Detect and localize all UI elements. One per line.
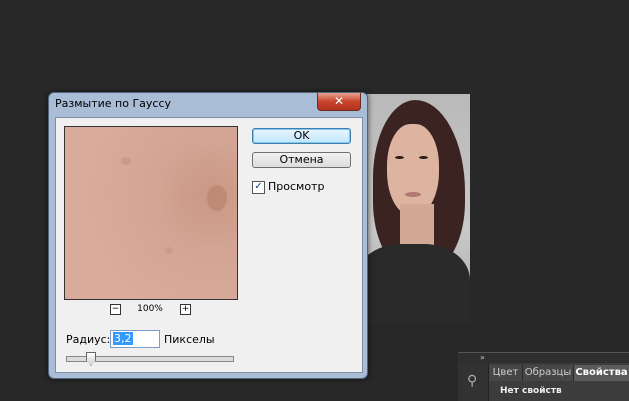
close-button[interactable]: ✕	[317, 93, 361, 111]
checkmark-icon[interactable]: ✓	[252, 181, 265, 194]
close-icon: ✕	[333, 94, 345, 108]
ok-button[interactable]: OK	[252, 128, 351, 144]
properties-panel: » ⚲ Цвет Образцы Свойства Нет свойств	[458, 352, 629, 401]
tab-properties[interactable]: Свойства	[574, 365, 629, 381]
zoom-controls: − 100% +	[64, 304, 236, 318]
dialog-client-area: − 100% + OK Отмена ✓ Просмотр Радиус: 3,…	[55, 117, 363, 373]
preview-skin-spot	[207, 185, 227, 211]
blur-preview[interactable]	[64, 126, 238, 300]
preview-checkbox-label: Просмотр	[268, 180, 325, 193]
adjustments-icon[interactable]: ⚲	[467, 373, 477, 389]
plus-icon: +	[181, 304, 190, 314]
dialog-title: Размытие по Гауссу	[55, 97, 172, 110]
gaussian-blur-dialog: Размытие по Гауссу ✕ − 100% + OK Отмена …	[48, 92, 368, 379]
slider-thumb[interactable]	[86, 352, 96, 366]
zoom-in-button[interactable]: +	[180, 304, 191, 315]
panel-header-strip: »	[458, 353, 629, 363]
photo-clothes	[355, 244, 470, 323]
photo-eye-left	[395, 156, 404, 159]
zoom-level: 100%	[137, 304, 163, 314]
photo-face	[387, 124, 439, 216]
radius-label: Радиус:	[66, 333, 111, 346]
radius-slider[interactable]	[66, 352, 234, 366]
preview-skin-spot	[121, 157, 131, 165]
photo-lips	[405, 192, 421, 197]
preview-skin-spot	[165, 247, 173, 254]
radius-units: Пикселы	[164, 333, 215, 346]
tab-color[interactable]: Цвет	[489, 365, 523, 381]
no-properties-message: Нет свойств	[500, 386, 562, 396]
preview-skin-texture	[65, 127, 237, 299]
dialog-titlebar[interactable]: Размытие по Гауссу ✕	[49, 93, 367, 115]
tab-swatches[interactable]: Образцы	[523, 365, 574, 381]
cancel-button[interactable]: Отмена	[252, 152, 351, 168]
collapse-icon[interactable]: »	[480, 353, 485, 362]
radius-input[interactable]: 3,2	[110, 330, 160, 348]
panel-tool-column: ⚲	[458, 363, 489, 401]
photo-eye-right	[419, 156, 428, 159]
document-photo	[355, 94, 470, 323]
radius-value: 3,2	[113, 332, 133, 345]
